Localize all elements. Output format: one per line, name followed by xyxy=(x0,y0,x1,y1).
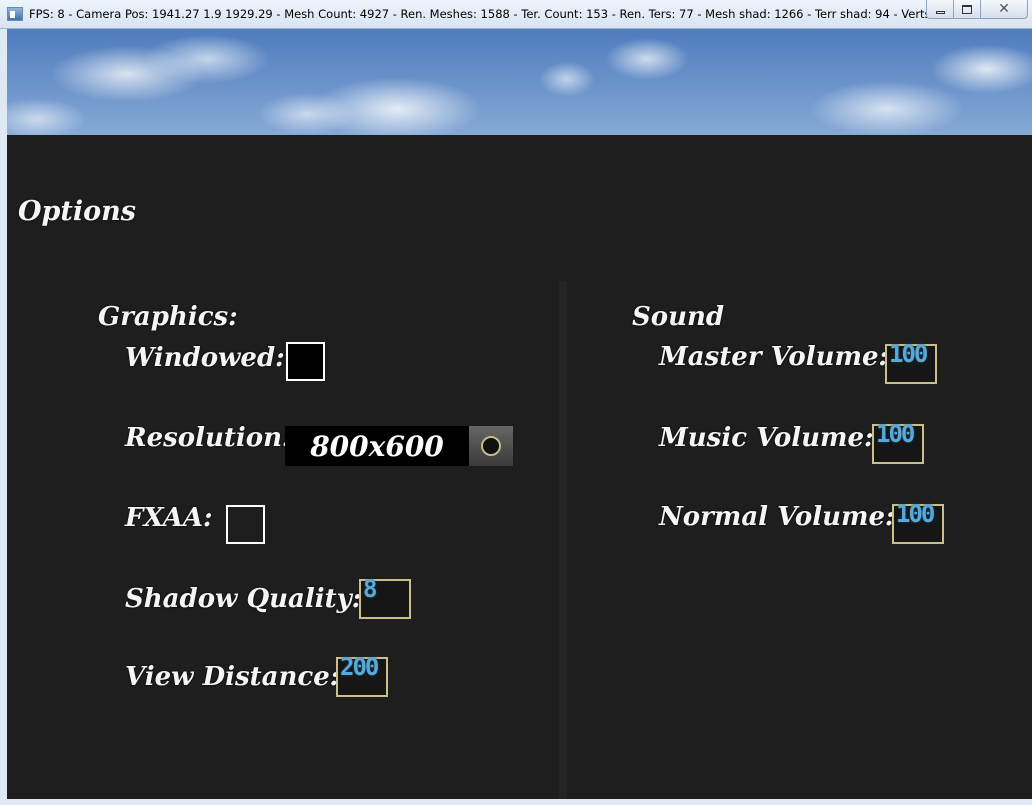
sound-heading: Sound xyxy=(632,302,725,332)
dropdown-knob-icon xyxy=(481,436,501,456)
window-controls: ✕ xyxy=(926,0,1028,19)
shadow-quality-input[interactable]: 8 xyxy=(359,575,411,619)
master-volume-label: Master Volume: xyxy=(659,342,889,372)
view-distance-input[interactable]: 200 xyxy=(336,653,388,697)
game-viewport: Options Graphics: Windowed: Resolution: … xyxy=(7,29,1032,799)
shadow-quality-label: Shadow Quality: xyxy=(125,584,362,614)
normal-volume-input[interactable]: 100 xyxy=(892,500,944,544)
fxaa-label: FXAA: xyxy=(125,503,213,533)
window-title: FPS: 8 - Camera Pos: 1941.27 1.9 1929.29… xyxy=(29,7,929,21)
master-volume-value: 100 xyxy=(889,340,928,368)
options-panel: Options Graphics: Windowed: Resolution: … xyxy=(7,135,1032,799)
close-icon: ✕ xyxy=(998,1,1010,17)
resolution-dropdown[interactable]: 800x600 xyxy=(285,424,513,466)
app-icon xyxy=(7,7,23,21)
shadow-quality-value: 8 xyxy=(363,575,378,603)
normal-volume-label: Normal Volume: xyxy=(659,502,895,532)
windowed-label: Windowed: xyxy=(125,343,285,373)
restore-icon xyxy=(962,4,972,14)
normal-volume-value: 100 xyxy=(896,500,935,528)
window-bottom-border xyxy=(0,799,1032,805)
restore-button[interactable] xyxy=(953,0,981,19)
music-volume-label: Music Volume: xyxy=(659,423,874,453)
resolution-dropdown-button[interactable] xyxy=(469,426,513,466)
sky-background xyxy=(7,29,1032,135)
music-volume-input[interactable]: 100 xyxy=(872,420,924,464)
column-divider xyxy=(559,281,567,799)
view-distance-value: 200 xyxy=(340,653,379,681)
minimize-icon xyxy=(935,10,945,14)
close-button[interactable]: ✕ xyxy=(980,0,1028,19)
master-volume-input[interactable]: 100 xyxy=(885,340,937,384)
resolution-label: Resolution: xyxy=(125,423,292,453)
windowed-checkbox[interactable] xyxy=(286,342,325,381)
graphics-heading: Graphics: xyxy=(98,302,238,332)
options-title: Options xyxy=(18,196,136,227)
music-volume-value: 100 xyxy=(876,420,915,448)
resolution-value: 800x600 xyxy=(285,426,469,466)
minimize-button[interactable] xyxy=(926,0,954,19)
view-distance-label: View Distance: xyxy=(125,662,340,692)
window-titlebar: FPS: 8 - Camera Pos: 1941.27 1.9 1929.29… xyxy=(0,0,1032,29)
fxaa-checkbox[interactable] xyxy=(226,505,265,544)
